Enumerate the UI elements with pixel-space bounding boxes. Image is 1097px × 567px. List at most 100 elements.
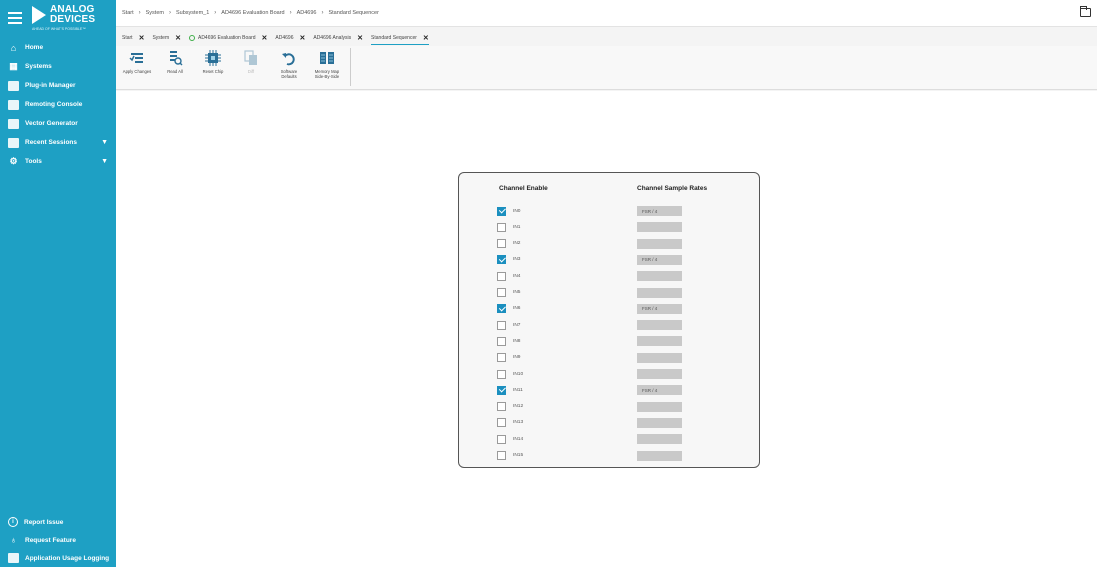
tab-label: AD4696 — [275, 35, 294, 41]
channel-sample-rate-field[interactable] — [637, 222, 682, 233]
sidebar-item-label: Home — [25, 44, 44, 51]
close-icon[interactable]: ✕ — [175, 34, 181, 42]
channel-enable-header: Channel Enable — [499, 185, 548, 192]
channel-sample-rate-field[interactable] — [637, 271, 682, 282]
chip-icon — [204, 49, 222, 66]
folder-icon[interactable] — [1080, 6, 1091, 17]
channel-sample-rate-field[interactable] — [637, 287, 682, 298]
close-icon[interactable]: ✕ — [357, 34, 363, 42]
channel-enable-checkbox[interactable] — [497, 320, 506, 330]
channel-row: IN10 — [497, 369, 523, 379]
channel-enable-checkbox[interactable] — [497, 451, 506, 460]
sidebar-item-home[interactable]: ⌂ Home — [0, 38, 116, 57]
status-ok-icon — [188, 35, 195, 41]
sample-rates-header: Channel Sample Rates — [637, 185, 708, 192]
apply-changes-button[interactable]: Apply Changes — [122, 46, 152, 89]
diff-button[interactable]: Diff — [236, 46, 266, 89]
close-icon[interactable]: ✕ — [423, 34, 429, 42]
channel-sample-rate-field[interactable]: FSR / 4 — [637, 254, 682, 265]
channel-sample-rate-field[interactable]: FSR / 4 — [637, 303, 682, 314]
channel-label: IN8 — [513, 338, 521, 344]
read-all-button[interactable]: Read All — [160, 46, 190, 89]
channel-row: IN1 — [497, 222, 520, 232]
channel-enable-checkbox[interactable] — [497, 239, 506, 249]
tab-ad4696[interactable]: AD4696 ✕ — [275, 31, 305, 45]
sidebar-item-label: Tools — [25, 158, 42, 165]
channel-sample-rate-field[interactable] — [637, 434, 682, 445]
diff-label: Diff — [247, 69, 255, 74]
tab-label: Standard Sequencer — [371, 34, 417, 41]
sidebar-item-remoting-console[interactable]: Remoting Console — [0, 95, 116, 114]
report-issue-link[interactable]: i Report Issue — [0, 513, 116, 531]
breadcrumb-eval-board[interactable]: AD4696 Evaluation Board — [221, 10, 284, 16]
channel-label: IN15 — [513, 453, 524, 458]
channel-row: IN11 — [497, 385, 523, 395]
sequencer-panel: Channel Enable Channel Sample Rates IN0 F… — [458, 172, 760, 468]
request-feature-link[interactable]: ♁ Request Feature — [0, 531, 116, 549]
sidebar-bottom: i Report Issue ♁ Request Feature Applica… — [0, 513, 116, 567]
close-icon[interactable]: ✕ — [262, 34, 268, 42]
channel-enable-checkbox[interactable] — [497, 418, 506, 428]
software-defaults-button[interactable]: Software Defaults — [274, 46, 304, 89]
channel-sample-rate-field[interactable]: FSR / 4 — [637, 385, 682, 396]
reset-chip-button[interactable]: Reset Chip — [198, 46, 228, 89]
tab-standard-sequencer[interactable]: Standard Sequencer ✕ — [371, 31, 429, 45]
channel-sample-rate-field[interactable] — [637, 401, 682, 412]
channel-enable-checkbox[interactable] — [497, 369, 506, 379]
close-icon[interactable]: ✕ — [139, 34, 145, 42]
channel-enable-checkbox[interactable] — [497, 288, 506, 297]
tab-system[interactable]: System ✕ — [152, 31, 181, 45]
breadcrumb-subsystem[interactable]: Subsystem_1 — [176, 10, 209, 16]
channel-sample-rate-field[interactable]: FSR / 4 — [637, 206, 682, 216]
channel-enable-checkbox[interactable] — [497, 336, 506, 346]
breadcrumb-start[interactable]: Start — [122, 10, 134, 16]
channel-enable-checkbox[interactable] — [497, 222, 506, 232]
main-content: Channel Enable Channel Sample Rates IN0 F… — [116, 91, 1097, 567]
channel-row: IN7 — [497, 320, 520, 330]
memory-map-icon — [318, 49, 336, 66]
recent-sessions-icon — [8, 137, 19, 148]
sidebar-item-label: Request Feature — [25, 536, 76, 544]
channel-enable-checkbox[interactable] — [497, 271, 506, 281]
apply-changes-label: Apply Changes — [122, 69, 152, 74]
channel-row: IN12 — [497, 402, 523, 412]
reset-chip-label: Reset Chip — [202, 69, 224, 74]
channel-enable-checkbox[interactable] — [497, 385, 506, 395]
toolbar-divider — [350, 48, 351, 86]
usage-logging-link[interactable]: Application Usage Logging — [0, 549, 116, 567]
breadcrumb: Start › System › Subsystem_1 › AD4696 Ev… — [116, 0, 1097, 27]
breadcrumb-system[interactable]: System — [146, 10, 164, 16]
channel-enable-checkbox[interactable] — [497, 304, 506, 314]
channel-enable-checkbox[interactable] — [497, 353, 506, 363]
channel-label: IN11 — [513, 387, 523, 393]
breadcrumb-ad4696[interactable]: AD4696 — [297, 10, 317, 16]
channel-sample-rate-field[interactable] — [637, 320, 682, 331]
channel-enable-checkbox[interactable] — [497, 206, 506, 216]
channel-sample-rate-field[interactable] — [637, 369, 682, 379]
channel-sample-rate-field[interactable] — [637, 450, 682, 461]
breadcrumb-standard-sequencer[interactable]: Standard Sequencer — [328, 10, 378, 16]
channel-row: IN4 — [497, 271, 520, 281]
tab-eval-board[interactable]: AD4696 Evaluation Board ✕ — [188, 31, 268, 45]
channel-enable-checkbox[interactable] — [497, 255, 506, 265]
sidebar-item-recent-sessions[interactable]: Recent Sessions ▼ — [0, 133, 116, 152]
channel-sample-rate-field[interactable] — [637, 352, 682, 363]
sidebar-item-vector-generator[interactable]: Vector Generator — [0, 114, 116, 133]
channel-row: IN13 — [497, 418, 523, 428]
chevron-down-icon: ▼ — [101, 139, 108, 146]
channel-sample-rate-field[interactable] — [637, 417, 682, 428]
channel-enable-checkbox[interactable] — [497, 434, 506, 444]
channel-sample-rate-field[interactable] — [637, 238, 682, 249]
toolbar: Apply Changes Read All Reset Chip Diff S… — [116, 46, 1097, 90]
sidebar-item-tools[interactable]: ⚙ Tools ▼ — [0, 152, 116, 171]
sidebar-item-plugin-manager[interactable]: Plug-in Manager — [0, 76, 116, 95]
channel-sample-rate-field[interactable] — [637, 336, 682, 347]
channel-enable-checkbox[interactable] — [497, 402, 506, 412]
close-icon[interactable]: ✕ — [299, 34, 305, 42]
memory-map-button[interactable]: Memory Map Side-By-Side — [312, 46, 342, 89]
hamburger-menu-icon[interactable] — [8, 11, 22, 24]
tab-start[interactable]: Start ✕ — [122, 31, 144, 45]
sidebar-item-systems[interactable]: ▦ Systems — [0, 57, 116, 76]
tab-ad4696-analysis[interactable]: AD4696 Analysis ✕ — [313, 31, 363, 45]
channel-label: IN4 — [513, 273, 521, 279]
